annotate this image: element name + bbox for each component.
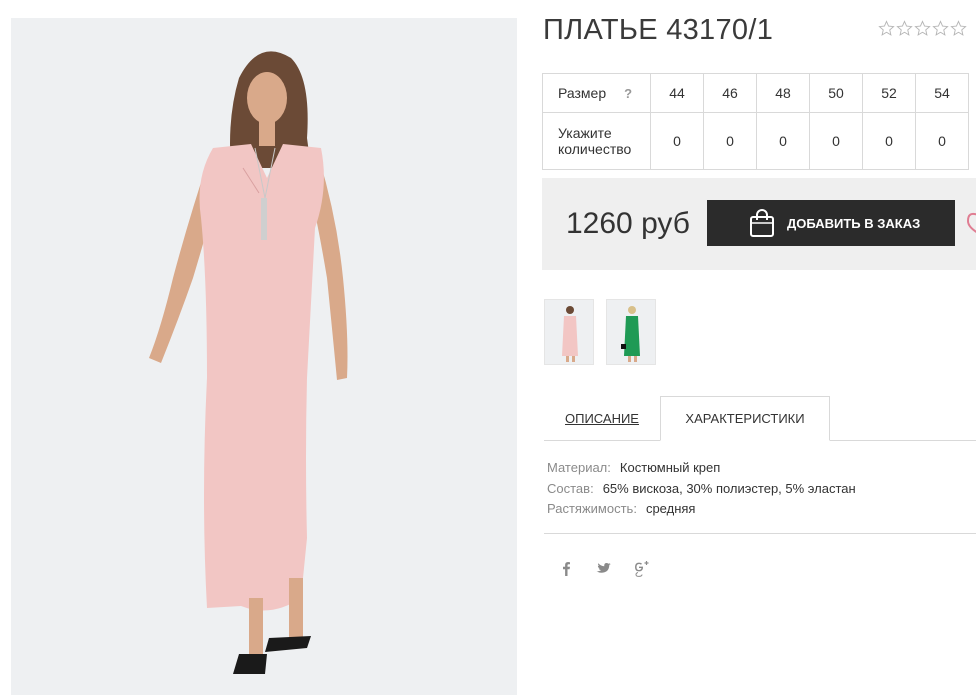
spec-key: Растяжимость: (547, 501, 637, 516)
spec-list: Материал: Костюмный креп Состав: 65% виско… (547, 458, 856, 520)
spec-value: Костюмный креп (619, 460, 721, 475)
heart-icon[interactable] (966, 209, 976, 235)
spec-value: средняя (645, 501, 696, 516)
size-cell: 50 (809, 73, 863, 113)
product-title: ПЛАТЬЕ 43170/1 (543, 14, 774, 46)
price: 1260 руб (566, 207, 690, 240)
rating-stars[interactable] (878, 20, 967, 37)
spec-value: 65% вискоза, 30% полиэстер, 5% эластан (602, 480, 856, 496)
star-icon[interactable] (878, 20, 895, 37)
size-cell: 44 (650, 73, 704, 113)
thumbnail-pink[interactable] (544, 299, 594, 365)
size-cell: 52 (862, 73, 916, 113)
star-icon[interactable] (932, 20, 949, 37)
facebook-icon[interactable] (558, 560, 575, 577)
spec-row: Растяжимость: средняя (547, 499, 856, 520)
add-to-order-button[interactable]: ДОБАВИТЬ В ЗАКАЗ (707, 200, 955, 246)
spec-key: Материал: (547, 460, 611, 475)
spec-row: Материал: Костюмный креп (547, 458, 856, 479)
price-panel: 1260 руб ДОБАВИТЬ В ЗАКАЗ (542, 178, 976, 270)
star-icon[interactable] (914, 20, 931, 37)
shopping-bag-icon (750, 209, 774, 237)
size-cell: 46 (703, 73, 757, 113)
divider (544, 533, 976, 534)
size-label-cell: Размер? (542, 73, 651, 113)
star-icon[interactable] (950, 20, 967, 37)
size-row: Размер? 44 46 48 50 52 54 (542, 73, 969, 113)
quantity-input[interactable]: 0 (756, 112, 810, 170)
size-help-icon[interactable]: ? (624, 86, 632, 101)
product-tabs: ОПИСАНИЕ ХАРАКТЕРИСТИКИ (544, 396, 976, 441)
quantity-input[interactable]: 0 (915, 112, 969, 170)
size-table: Размер? 44 46 48 50 52 54 Укажите количе… (542, 73, 969, 170)
social-share (558, 558, 652, 578)
add-to-order-label: ДОБАВИТЬ В ЗАКАЗ (787, 215, 921, 231)
quantity-input[interactable]: 0 (703, 112, 757, 170)
quantity-row: Укажите количество 0 0 0 0 0 0 (542, 112, 969, 170)
twitter-icon[interactable] (595, 560, 612, 577)
thumbnail-green[interactable] (606, 299, 656, 365)
star-icon[interactable] (896, 20, 913, 37)
google-plus-icon[interactable] (632, 558, 652, 578)
quantity-label: Укажите количество (542, 112, 651, 170)
tab-description[interactable]: ОПИСАНИЕ (544, 396, 660, 440)
quantity-input[interactable]: 0 (862, 112, 916, 170)
size-cell: 54 (915, 73, 969, 113)
quantity-input[interactable]: 0 (809, 112, 863, 170)
tab-characteristics[interactable]: ХАРАКТЕРИСТИКИ (660, 396, 830, 441)
size-cell: 48 (756, 73, 810, 113)
size-label: Размер (558, 85, 607, 101)
quantity-input[interactable]: 0 (650, 112, 704, 170)
spec-row: Состав: 65% вискоза, 30% полиэстер, 5% эл… (547, 479, 856, 500)
spec-key: Состав: (547, 480, 594, 496)
product-main-image[interactable] (11, 18, 517, 695)
